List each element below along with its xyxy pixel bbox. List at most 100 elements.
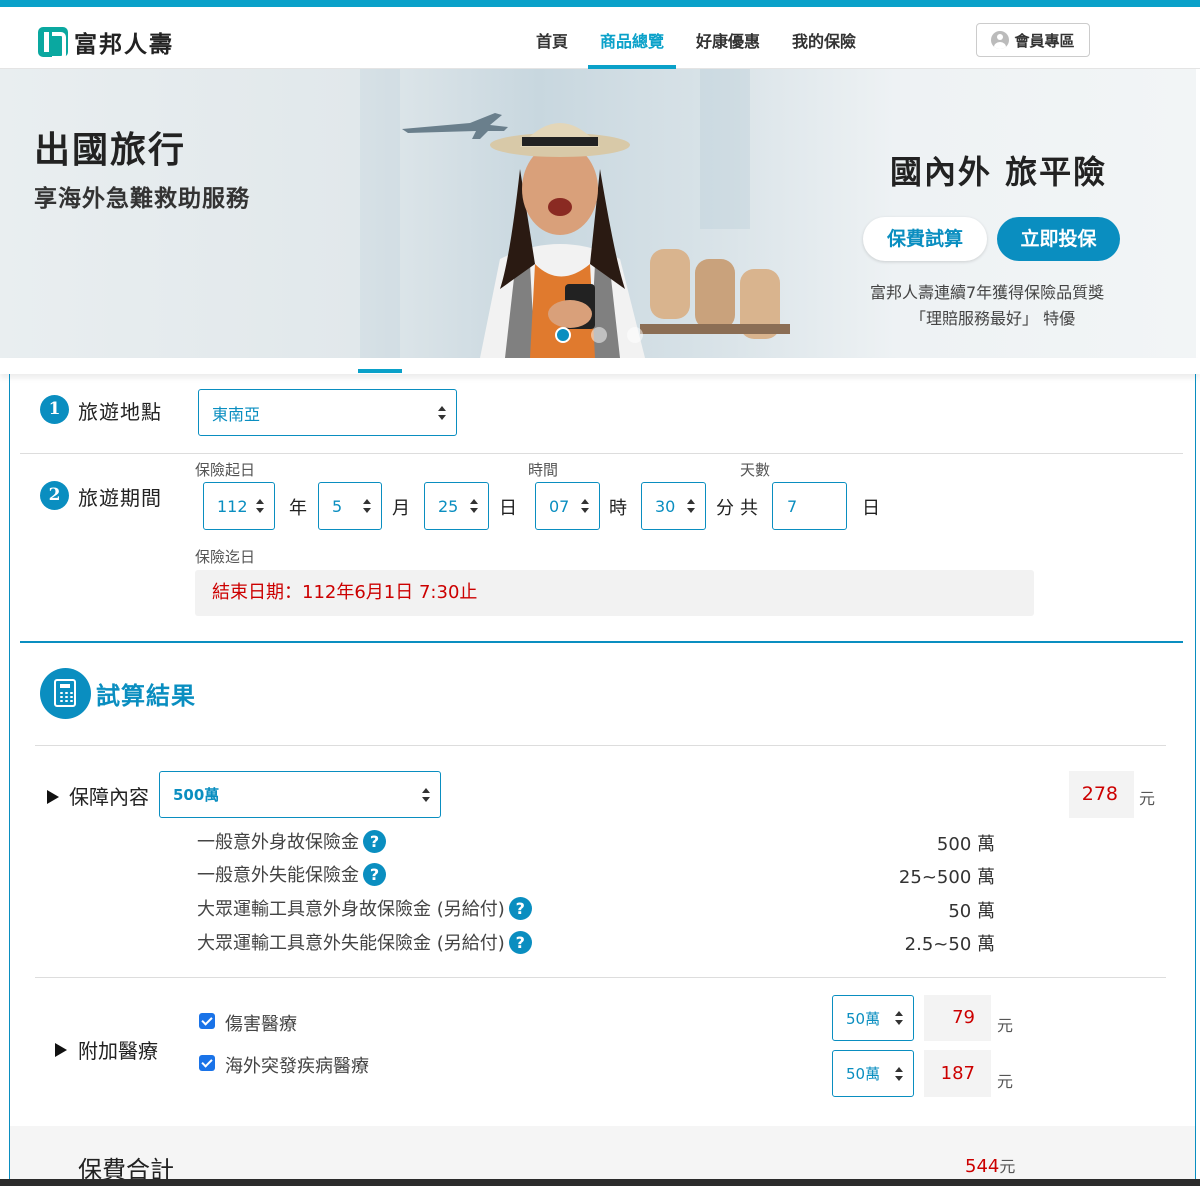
hour-select[interactable]: 07: [535, 482, 600, 530]
select-arrows-icon: [470, 499, 478, 513]
total-label: 共: [740, 498, 758, 519]
section-tab-indicator: [358, 369, 402, 373]
total-bar: [10, 1126, 1195, 1186]
end-date-label: 保險迄日: [195, 548, 256, 566]
coverage-item: 一般意外失能保險金?: [197, 861, 386, 887]
brand-name: 富邦人壽: [74, 32, 174, 58]
overseas-illness-label: 海外突發疾病醫療: [225, 1056, 369, 1077]
overseas-illness-checkbox[interactable]: [199, 1055, 215, 1071]
select-arrows-icon: [422, 787, 430, 802]
coverage-item: 大眾運輸工具意外失能保險金 (另給付)?: [197, 929, 532, 955]
destination-select[interactable]: 東南亞: [198, 389, 457, 436]
total-amount: 544元: [965, 1153, 1015, 1177]
injury-medical-plan-value: 50萬: [846, 1009, 881, 1028]
day-select[interactable]: 25: [424, 482, 489, 530]
coverage-item-amount: 500 萬: [936, 834, 995, 855]
buy-now-button[interactable]: 立即投保: [997, 217, 1120, 261]
coverage-item-name: 一般意外身故保險金: [197, 832, 359, 853]
expand-triangle-icon[interactable]: [47, 790, 59, 804]
coverage-plan-select[interactable]: 500萬: [159, 771, 441, 818]
injury-medical-currency: 元: [997, 1016, 1014, 1035]
site-header: 富邦人壽 首頁 商品總覽 好康優惠 我的保險 會員專區: [0, 7, 1200, 69]
overseas-illness-plan-value: 50萬: [846, 1065, 881, 1083]
member-area-label: 會員專區: [1014, 31, 1075, 50]
top-accent-bar: [0, 0, 1200, 7]
award-text-line1: 富邦人壽連續7年獲得保險品質獎: [870, 283, 1105, 302]
banner-title: 出國旅行: [34, 130, 187, 171]
days-value: 7: [787, 496, 798, 516]
calculator-icon: [40, 668, 91, 719]
step-1-label: 旅遊地點: [78, 400, 162, 424]
brand-logo[interactable]: 富邦人壽: [38, 25, 174, 60]
select-arrows-icon: [581, 499, 589, 513]
year-value: 112: [217, 496, 248, 516]
banner-shadow: [0, 358, 1200, 374]
coverage-item-name: 一般意外失能保險金: [197, 865, 359, 886]
month-unit: 月: [392, 498, 410, 519]
hour-value: 07: [549, 496, 570, 516]
member-area-button[interactable]: 會員專區: [976, 23, 1090, 57]
injury-medical-price: 79: [924, 995, 991, 1041]
coverage-item-name: 大眾運輸工具意外身故保險金 (另給付): [197, 899, 505, 920]
step-2-badge: 2: [40, 481, 69, 510]
overseas-illness-currency: 元: [997, 1072, 1014, 1091]
days-input[interactable]: 7: [772, 482, 847, 530]
premium-quote-button[interactable]: 保費試算: [863, 217, 987, 261]
select-arrows-icon: [363, 499, 371, 513]
nav-item-my-policies[interactable]: 我的保險: [776, 7, 872, 69]
nav-item-products[interactable]: 商品總覽: [584, 7, 680, 69]
step-2-label: 旅遊期間: [78, 486, 162, 510]
main-nav: 首頁 商品總覽 好康優惠 我的保險: [520, 7, 872, 69]
total-value: 544: [965, 1156, 1000, 1177]
help-icon[interactable]: ?: [363, 862, 386, 886]
days-unit: 日: [862, 498, 880, 519]
nav-item-offers[interactable]: 好康優惠: [680, 7, 776, 69]
divider: [35, 977, 1166, 978]
coverage-item: 大眾運輸工具意外身故保險金 (另給付)?: [197, 895, 532, 921]
carousel-dots: [555, 327, 643, 343]
injury-medical-plan-select[interactable]: 50萬: [832, 995, 914, 1041]
destination-value: 東南亞: [212, 404, 261, 424]
nav-item-home[interactable]: 首頁: [520, 7, 584, 69]
section-divider: [20, 641, 1183, 643]
carousel-dot-2[interactable]: [591, 327, 607, 343]
minute-select[interactable]: 30: [641, 482, 706, 530]
user-icon: [991, 31, 1010, 49]
end-date-display: 結束日期：112年6月1日 7:30止: [195, 570, 1034, 616]
select-arrows-icon: [687, 499, 695, 513]
start-date-label: 保險起日: [195, 461, 256, 479]
minute-unit: 分: [716, 498, 734, 519]
month-select[interactable]: 5: [318, 482, 382, 530]
carousel-dot-1[interactable]: [555, 327, 571, 343]
hour-unit: 時: [609, 498, 627, 519]
select-arrows-icon: [895, 1011, 903, 1025]
os-taskbar: [0, 1179, 1200, 1186]
select-arrows-icon: [438, 405, 446, 420]
traveler-photo: [480, 123, 645, 358]
minute-value: 30: [655, 496, 676, 516]
medical-label: 附加醫療: [78, 1039, 158, 1063]
carousel-dot-3[interactable]: [627, 327, 643, 343]
coverage-currency: 元: [1139, 789, 1156, 808]
select-arrows-icon: [895, 1066, 903, 1081]
injury-medical-checkbox[interactable]: [199, 1013, 215, 1029]
overseas-illness-plan-select[interactable]: 50萬: [832, 1050, 914, 1097]
coverage-item-amount: 25~500 萬: [898, 867, 995, 888]
coverage-price: 278: [1069, 771, 1134, 818]
help-icon[interactable]: ?: [363, 829, 386, 853]
divider: [20, 453, 1183, 454]
divider: [35, 745, 1166, 746]
product-title: 國內外 旅平險: [890, 153, 1108, 191]
help-icon[interactable]: ?: [508, 930, 532, 954]
help-icon[interactable]: ?: [508, 896, 532, 920]
days-label: 天數: [740, 461, 771, 479]
coverage-item-amount: 50 萬: [948, 901, 995, 922]
coverage-label: 保障內容: [69, 785, 149, 809]
expand-triangle-icon[interactable]: [55, 1043, 67, 1057]
total-currency: 元: [999, 1157, 1016, 1176]
coverage-item-name: 大眾運輸工具意外失能保險金 (另給付): [197, 933, 505, 954]
year-select[interactable]: 112: [203, 482, 275, 530]
fubon-logo-icon: [38, 27, 68, 60]
window-frame: [700, 69, 750, 229]
result-title: 試算結果: [96, 682, 196, 710]
